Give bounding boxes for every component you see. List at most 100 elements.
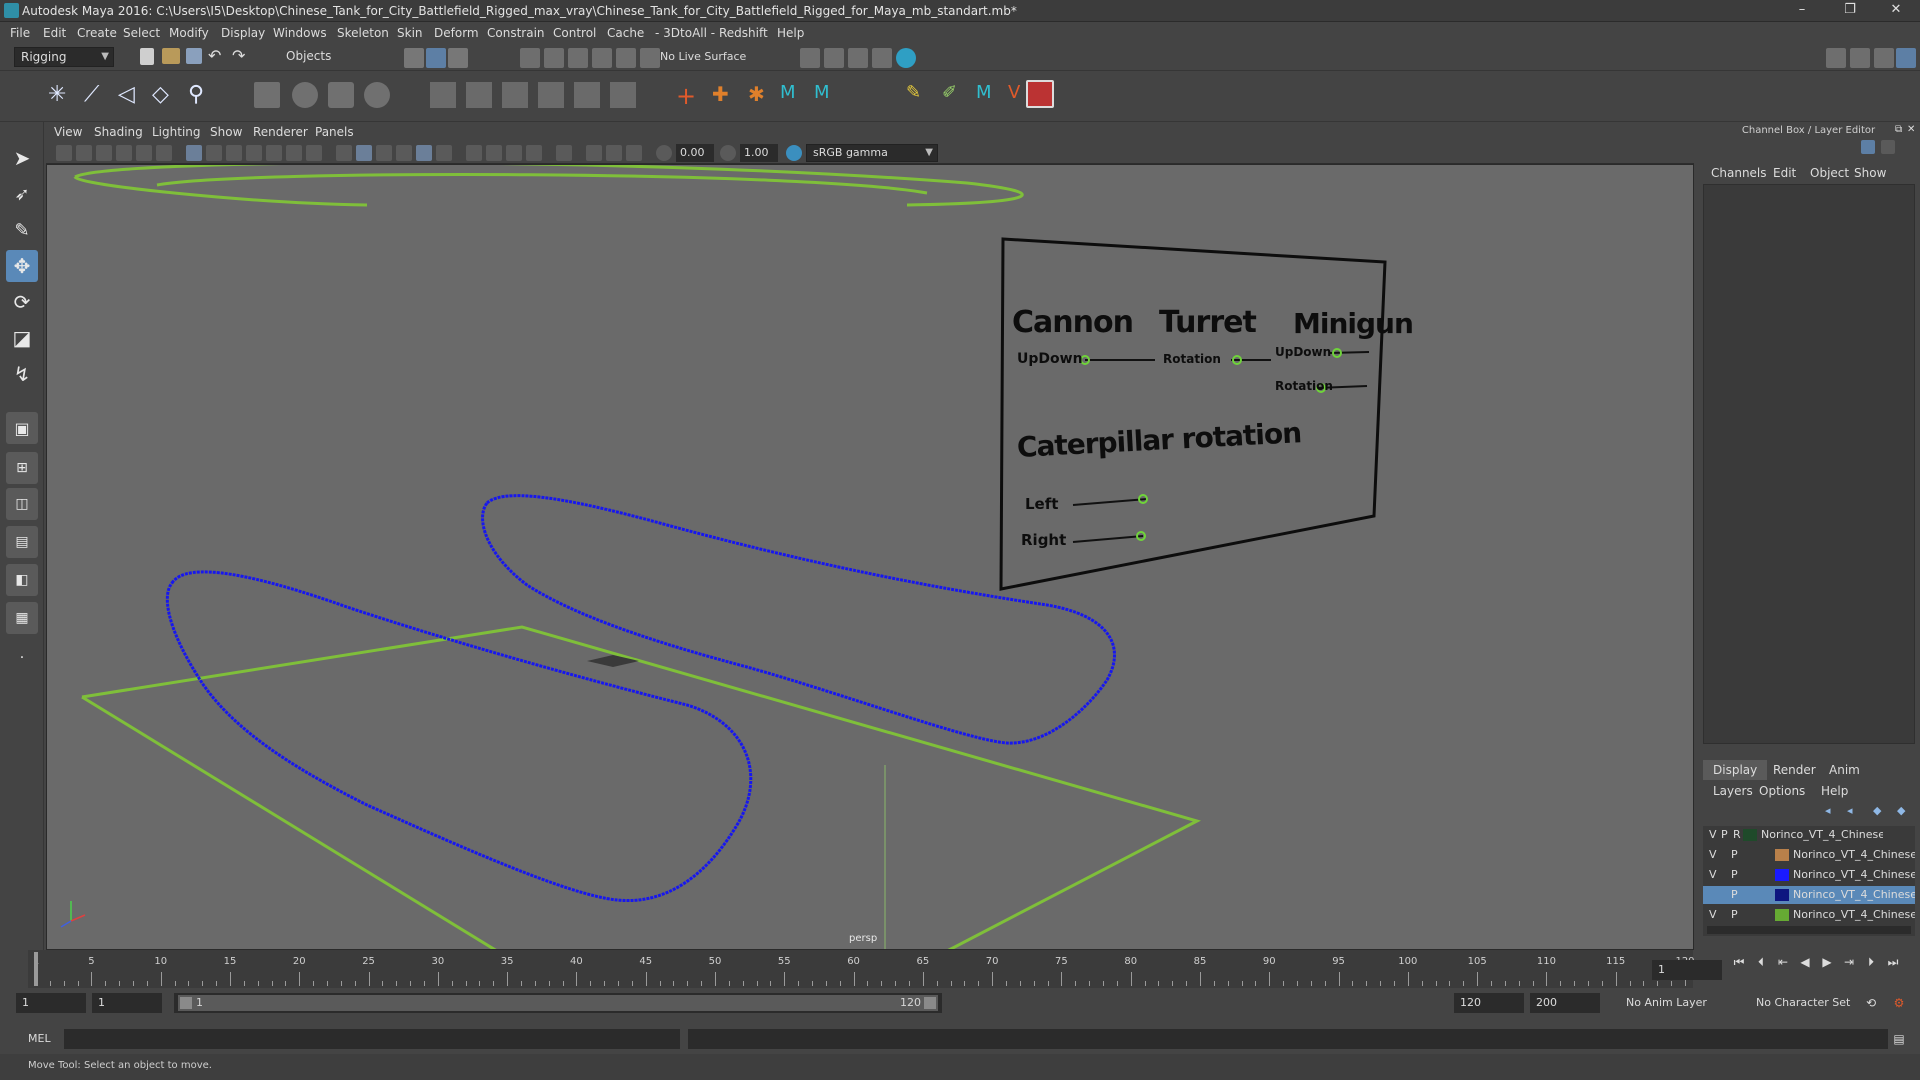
command-input[interactable] bbox=[64, 1029, 680, 1049]
insert-joint-icon[interactable]: ⟋ bbox=[84, 82, 110, 108]
cb-menu-show[interactable]: Show bbox=[1854, 166, 1886, 180]
selection-mode-dropdown[interactable]: Objects bbox=[280, 47, 380, 67]
image-plane-icon[interactable] bbox=[116, 145, 132, 161]
range-end-grip[interactable] bbox=[924, 997, 936, 1009]
lattice-icon[interactable] bbox=[328, 82, 354, 108]
playback-start-field[interactable]: 1 bbox=[92, 993, 162, 1013]
play-forwards-icon[interactable]: ▶ bbox=[1818, 953, 1836, 971]
range-bar-handle[interactable]: 1 120 bbox=[178, 995, 938, 1011]
exposure-field[interactable]: 0.00 bbox=[676, 144, 714, 162]
orient-constraint-icon[interactable] bbox=[502, 82, 528, 108]
menu-modify[interactable]: Modify bbox=[169, 26, 209, 40]
layer-scrollbar[interactable] bbox=[1707, 926, 1911, 934]
move-layer-down-icon[interactable]: ◂ bbox=[1847, 804, 1853, 817]
layout-two-icon[interactable]: ◫ bbox=[6, 488, 38, 520]
safe-title-icon[interactable] bbox=[306, 145, 322, 161]
mel-label[interactable]: MEL bbox=[28, 1032, 51, 1045]
layer-name[interactable]: Norinco_VT_4_Chinese_Tank bbox=[1761, 828, 1883, 841]
screen-space-ao-icon[interactable] bbox=[466, 145, 482, 161]
xray-components-icon[interactable] bbox=[626, 145, 642, 161]
xray-joints-icon[interactable] bbox=[606, 145, 622, 161]
grease-pencil-icon[interactable] bbox=[156, 145, 172, 161]
scale-tool-icon[interactable]: ◪ bbox=[6, 322, 38, 354]
lasso-tool-icon[interactable]: ➶ bbox=[6, 178, 38, 210]
layer-playback-toggle[interactable]: P bbox=[1721, 828, 1728, 841]
soft-mod-icon[interactable]: ✱ bbox=[748, 82, 774, 108]
range-bar-track[interactable]: 1 120 bbox=[174, 993, 942, 1013]
character-set-dropdown[interactable]: No Character Set bbox=[1750, 993, 1868, 1013]
tab-display[interactable]: Display bbox=[1703, 760, 1768, 780]
maya-m-icon-1[interactable]: M bbox=[780, 82, 806, 108]
layer-color-swatch[interactable] bbox=[1775, 909, 1789, 921]
viewport-menu-show[interactable]: Show bbox=[210, 125, 242, 139]
menu-constrain[interactable]: Constrain bbox=[487, 26, 545, 40]
current-time-marker[interactable] bbox=[34, 952, 38, 986]
layout-hypershade-icon[interactable]: ▦ bbox=[6, 602, 38, 634]
close-panel-icon[interactable]: ✕ bbox=[1907, 124, 1915, 135]
render-frame-icon[interactable] bbox=[824, 48, 844, 68]
channel-box-area[interactable] bbox=[1703, 184, 1915, 744]
motion-blur-icon[interactable] bbox=[486, 145, 502, 161]
layer-visibility-toggle[interactable]: V bbox=[1709, 848, 1717, 861]
film-gate-icon[interactable] bbox=[206, 145, 222, 161]
gate-mask-icon[interactable] bbox=[246, 145, 262, 161]
layout-more-icon[interactable]: · bbox=[6, 642, 38, 674]
joint-tool-icon[interactable]: ✳ bbox=[48, 82, 74, 108]
menu-cache[interactable]: Cache bbox=[607, 26, 644, 40]
layer-name[interactable]: Norinco_VT_4_Chinese bbox=[1793, 868, 1915, 881]
snap-view-plane-icon[interactable] bbox=[616, 48, 636, 68]
layer-menu-layers[interactable]: Layers bbox=[1713, 784, 1753, 798]
menu-create[interactable]: Create bbox=[77, 26, 117, 40]
minimize-button[interactable]: – bbox=[1782, 1, 1822, 21]
channel-box-toggle-icon[interactable] bbox=[1896, 48, 1916, 68]
layer-color-swatch[interactable] bbox=[1775, 889, 1789, 901]
new-scene-icon[interactable] bbox=[140, 48, 154, 65]
attribute-mode-icon[interactable] bbox=[1881, 140, 1895, 154]
step-back-frame-icon[interactable]: ⏴ bbox=[1752, 953, 1770, 971]
resolution-gate-icon[interactable] bbox=[226, 145, 242, 161]
render-settings-icon[interactable] bbox=[872, 48, 892, 68]
menu-deform[interactable]: Deform bbox=[434, 26, 479, 40]
menu-display[interactable]: Display bbox=[221, 26, 265, 40]
open-scene-icon[interactable] bbox=[162, 48, 180, 64]
move-layer-up-icon[interactable]: ◂ bbox=[1825, 804, 1831, 817]
cb-menu-channels[interactable]: Channels bbox=[1711, 166, 1767, 180]
pole-vector-icon[interactable] bbox=[610, 82, 636, 108]
left-track-control[interactable] bbox=[165, 570, 753, 903]
select-component-icon[interactable] bbox=[448, 48, 468, 68]
grid-icon[interactable] bbox=[186, 145, 202, 161]
viewport-menu-lighting[interactable]: Lighting bbox=[152, 125, 201, 139]
textured-icon[interactable] bbox=[396, 145, 412, 161]
float-panel-icon[interactable]: ⧉ bbox=[1895, 124, 1902, 135]
layer-menu-help[interactable]: Help bbox=[1821, 784, 1848, 798]
rotate-tool-icon[interactable]: ⟳ bbox=[6, 286, 38, 318]
menu-skeleton[interactable]: Skeleton bbox=[337, 26, 389, 40]
snap-grid-icon[interactable] bbox=[520, 48, 540, 68]
use-lights-icon[interactable] bbox=[416, 145, 432, 161]
modeling-toolkit-icon[interactable] bbox=[1826, 48, 1846, 68]
step-forward-key-icon[interactable]: ⇥ bbox=[1840, 953, 1858, 971]
undo-icon[interactable]: ↶ bbox=[208, 46, 221, 65]
menu-help[interactable]: Help bbox=[777, 26, 804, 40]
layer-reference-toggle[interactable]: R bbox=[1733, 828, 1741, 841]
smooth-shade-icon[interactable] bbox=[356, 145, 372, 161]
safe-action-icon[interactable] bbox=[286, 145, 302, 161]
2d-pan-zoom-icon[interactable] bbox=[136, 145, 152, 161]
paint-brush-icon[interactable]: ✎ bbox=[906, 82, 932, 108]
layer-playback-toggle[interactable]: P bbox=[1731, 868, 1738, 881]
layer-row[interactable]: V P Norinco_VT_4_Chinese bbox=[1703, 906, 1915, 924]
ipr-render-icon[interactable] bbox=[848, 48, 868, 68]
layer-row[interactable]: V P Norinco_VT_4_Chinese bbox=[1703, 866, 1915, 884]
last-tool-icon[interactable]: ↯ bbox=[6, 358, 38, 390]
anim-layer-dropdown[interactable]: No Anim Layer bbox=[1620, 993, 1738, 1013]
top-rig-control[interactable] bbox=[73, 165, 1024, 207]
field-chart-icon[interactable] bbox=[266, 145, 282, 161]
humanik-icon[interactable]: ⚲ bbox=[188, 82, 214, 108]
play-backwards-icon[interactable]: ◀ bbox=[1796, 953, 1814, 971]
layout-single-icon[interactable]: ▣ bbox=[6, 412, 38, 444]
sculpt-brush-icon[interactable]: ✐ bbox=[942, 82, 968, 108]
layer-color-swatch[interactable] bbox=[1775, 849, 1789, 861]
redo-icon[interactable]: ↷ bbox=[232, 46, 245, 65]
paint-select-icon[interactable]: ✎ bbox=[6, 214, 38, 246]
viewport-menu-view[interactable]: View bbox=[54, 125, 82, 139]
